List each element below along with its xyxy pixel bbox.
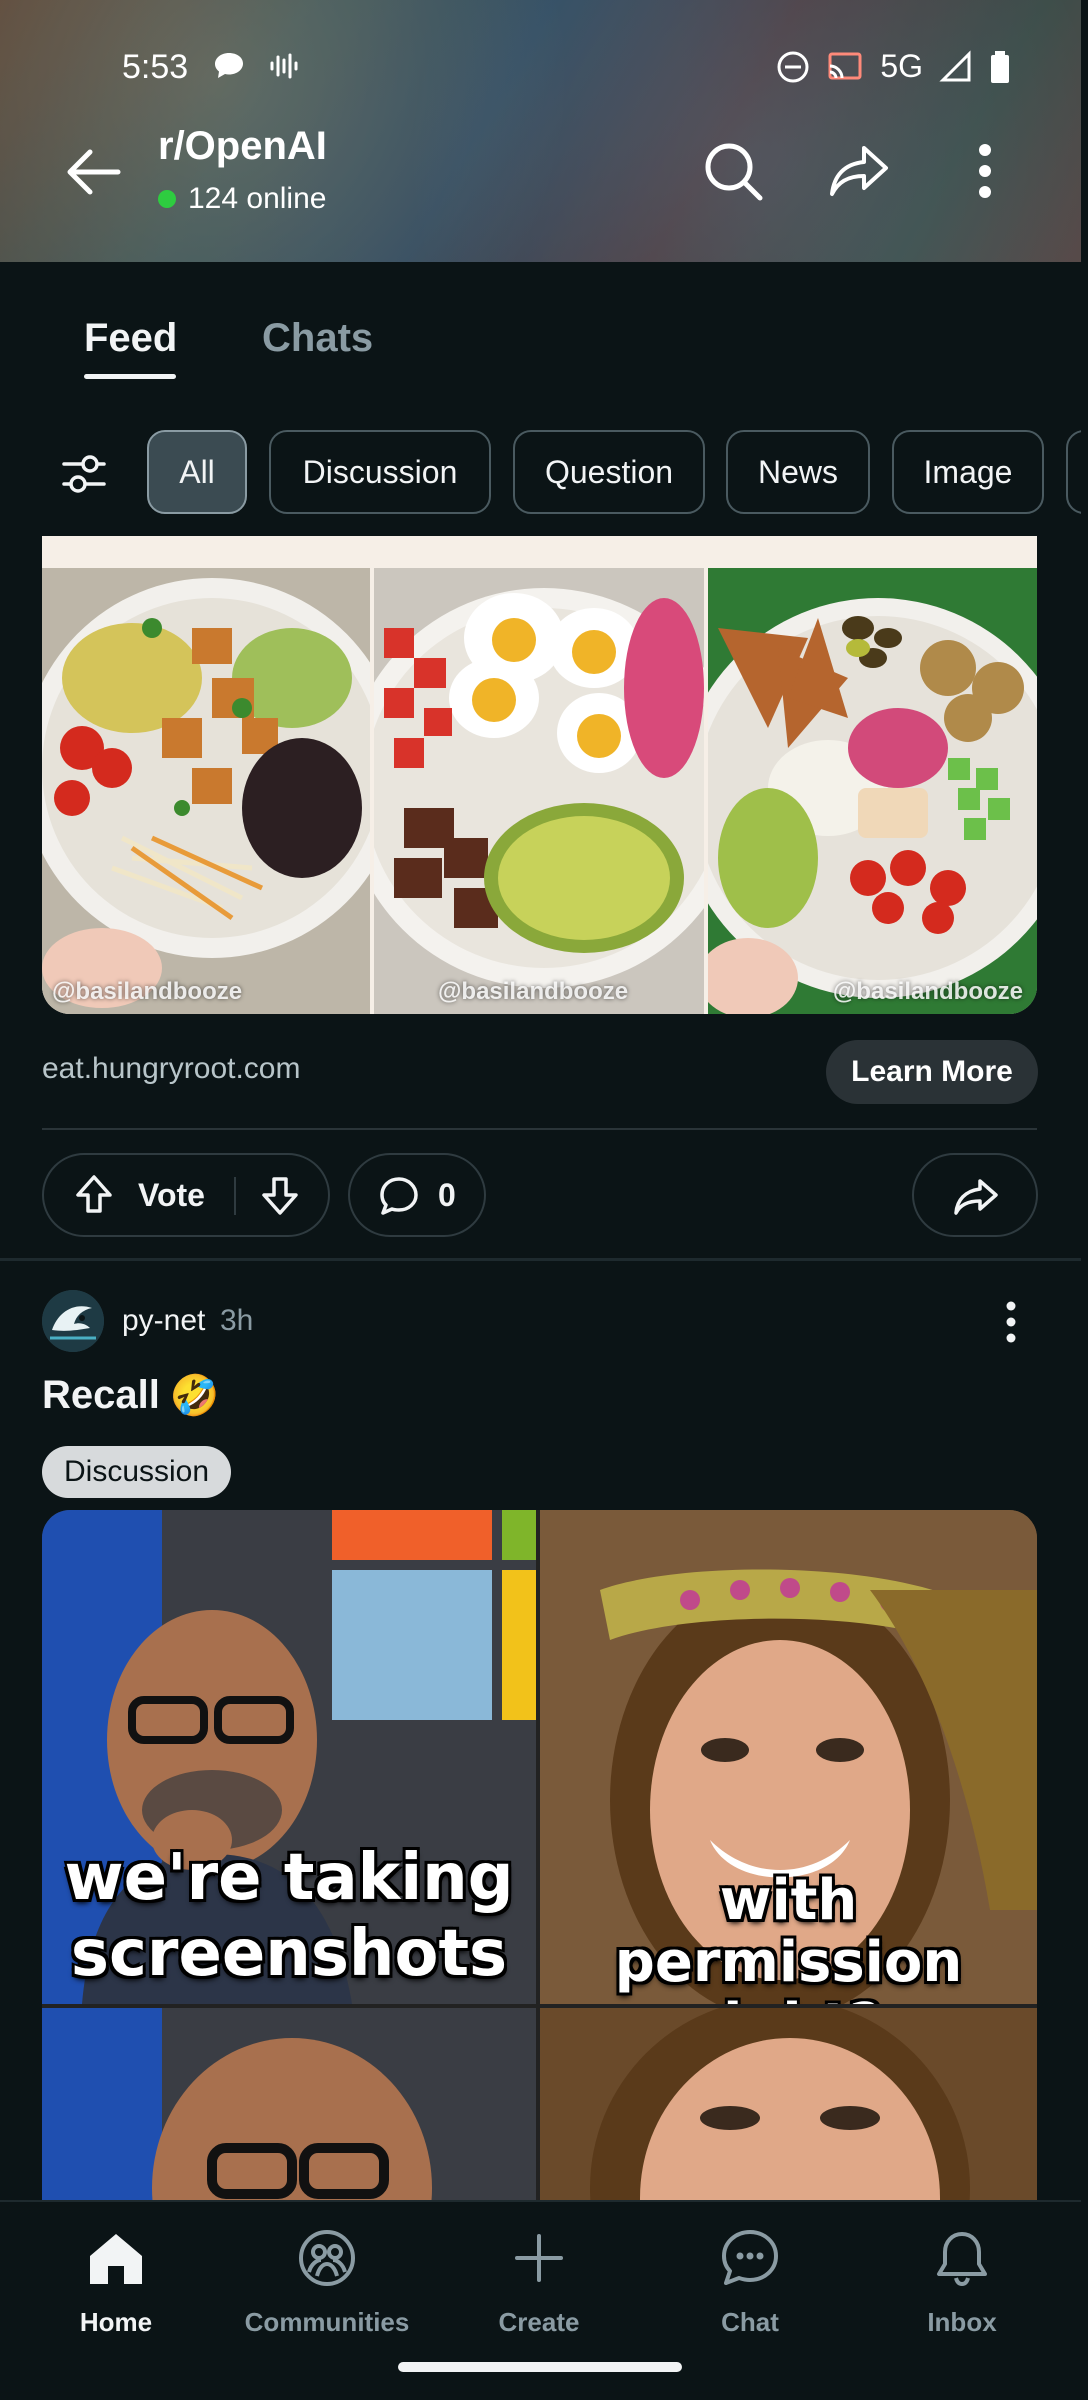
signal-icon [939,49,971,81]
back-arrow-icon[interactable] [60,140,124,204]
battery-icon [991,50,1009,83]
screen-edge [1081,0,1088,2400]
ad-watermark-2: @basilandbooze [438,978,629,1005]
author-avatar[interactable] [42,1290,104,1352]
more-vertical-icon[interactable] [952,138,1018,204]
meme-panel-bottom-right [540,2008,1037,2200]
meme-panel-top-right: with permission right? [540,1510,1037,2004]
post-flair[interactable]: Discussion [42,1446,232,1498]
meme-caption-top-right: with permission right? [614,1868,963,2005]
post-title-text: Recall [42,1373,160,1417]
active-tab-indicator [84,374,176,379]
post-age: 3h [220,1304,254,1337]
food-panel-2: @basilandbooze [374,568,704,1014]
nav-home[interactable]: Home [26,2226,206,2338]
tab-feed[interactable]: Feed [84,316,177,361]
top-nav: r/OpenAI 124 online [0,120,1081,220]
post-more-vertical-icon[interactable] [1000,1300,1022,1344]
ad-watermark-3: @basilandbooze [832,978,1023,1005]
rofl-emoji: 🤣 [169,1374,220,1418]
chip-image[interactable]: Image [892,430,1044,514]
ad-domain-link[interactable]: eat.hungryroot.com [42,1052,300,1086]
comment-bubble-icon [380,1177,418,1215]
food-panel-1: @basilandbooze [42,568,370,1014]
do-not-disturb-icon [777,51,809,82]
nav-home-label: Home [79,2307,153,2337]
post-meme-image[interactable]: we're taking screenshots with permission… [42,1510,1037,2200]
chat-icon [722,2230,778,2285]
nav-communities-label: Communities [244,2307,410,2337]
chip-all[interactable]: All [147,430,247,514]
nav-create[interactable]: Create [449,2226,629,2338]
status-bar: 5:53 5G [0,44,1081,88]
nav-inbox-label: Inbox [927,2307,997,2337]
chip-news[interactable]: News [726,430,870,514]
bell-icon [937,2232,987,2286]
post-share-button[interactable] [912,1153,1038,1237]
post-separator [0,1258,1081,1261]
flair-filter-bar: All Discussion Question News Image [0,430,1088,516]
meme-panel-top-left: we're taking screenshots [42,1510,536,2004]
comments-button[interactable]: 0 [348,1153,486,1237]
communities-icon [299,2230,355,2286]
ad-image[interactable]: @basilandbooze @basilandbooze @basilandb… [42,536,1037,1014]
filter-sliders-icon[interactable] [60,452,108,496]
nav-communities[interactable]: Communities [237,2226,417,2338]
share-icon[interactable] [826,138,892,204]
feed-chat-tabs: Feed Chats [0,262,1081,382]
vote-label: Vote [138,1177,205,1213]
subreddit-header: 5:53 5G r/OpenAI 124 online [0,0,1081,262]
food-panel-3: @basilandbooze [708,568,1037,1014]
voice-wave-icon [270,53,298,79]
home-icon [90,2234,142,2284]
search-icon[interactable] [700,138,766,204]
nav-inbox[interactable]: Inbox [872,2226,1052,2338]
learn-more-button[interactable]: Learn More [826,1040,1038,1104]
network-type: 5G [880,48,923,84]
status-system-icons: 5G [776,48,1011,85]
online-count: 124 online [188,182,327,215]
comment-count: 0 [438,1177,456,1213]
ad-divider [42,1128,1037,1130]
downvote-arrow-icon[interactable] [258,1173,302,1217]
nav-create-label: Create [498,2307,580,2337]
ad-watermark-1: @basilandbooze [52,978,243,1005]
status-time: 5:53 [122,48,189,86]
meme-panel-bottom-left [42,2008,536,2200]
share-arrow-icon [954,1179,998,1215]
cast-icon [828,52,862,79]
vote-control: Vote [42,1153,330,1237]
gesture-home-indicator[interactable] [398,2362,682,2372]
post-title[interactable]: Recall 🤣 [42,1372,220,1419]
online-dot [158,190,176,208]
post-author[interactable]: py-net [122,1304,205,1338]
tab-chats[interactable]: Chats [262,316,373,361]
nav-chat[interactable]: Chat [660,2226,840,2338]
nav-chat-label: Chat [721,2307,779,2337]
status-notification-icons [212,50,298,82]
meme-caption-top-left: we're taking screenshots [64,1841,514,1991]
chip-discussion[interactable]: Discussion [269,430,491,514]
online-indicator: 124 online [158,182,326,216]
chat-bubble-notification-icon [215,53,243,78]
chip-question[interactable]: Question [513,430,705,514]
vote-separator [234,1177,236,1215]
plus-icon [515,2234,563,2282]
subreddit-name[interactable]: r/OpenAI [158,124,327,169]
upvote-arrow-icon[interactable] [72,1173,116,1217]
